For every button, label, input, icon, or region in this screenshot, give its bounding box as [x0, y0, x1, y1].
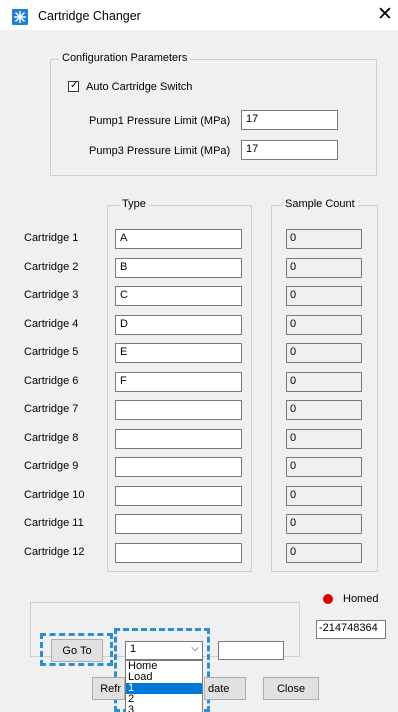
cartridge-label: Cartridge 5 [24, 346, 79, 358]
update-button[interactable]: date [204, 677, 246, 700]
cartridge-label: Cartridge 2 [24, 260, 79, 273]
pump3-label: Pump3 Pressure Limit (MPa) [89, 145, 231, 157]
target-readout-field [218, 641, 284, 660]
cartridge-count-field: 0 [286, 400, 362, 420]
cartridge-type-field[interactable] [115, 485, 242, 506]
pump1-label: Pump1 Pressure Limit (MPa) [89, 115, 231, 127]
cartridge-label: Cartridge 11 [24, 517, 84, 529]
goto-button[interactable]: Go To [51, 639, 103, 662]
cartridge-label: Cartridge 4 [24, 317, 79, 330]
cartridge-type-field[interactable] [115, 514, 242, 534]
cartridge-count-field: 0 [286, 229, 362, 249]
cartridge-type-field[interactable]: A [115, 229, 242, 249]
dropdown-options: HomeLoad1234 [126, 661, 202, 712]
type-group-label: Type [119, 198, 149, 210]
cartridge-count-field: 0 [286, 428, 362, 449]
cartridge-count-field: 0 [286, 314, 362, 335]
cartridge-count-field: 0 [286, 485, 362, 506]
app-icon [12, 9, 28, 25]
cartridge-label: Cartridge 9 [24, 460, 79, 472]
sample-count-group-label: Sample Count [282, 198, 358, 210]
cartridge-label: Cartridge 6 [24, 374, 79, 387]
cartridge-type-field[interactable]: D [115, 314, 242, 335]
cartridge-label: Cartridge 10 [24, 488, 85, 501]
cartridge-type-field[interactable] [115, 428, 242, 449]
dropdown-option[interactable]: 3 [126, 705, 202, 712]
cartridge-count-field: 0 [286, 286, 362, 306]
cartridge-label: Cartridge 8 [24, 431, 79, 444]
refresh-button[interactable]: Refr [92, 677, 125, 700]
status-indicator-icon [323, 594, 333, 604]
cartridge-type-field[interactable]: C [115, 286, 242, 306]
position-readout-field: -214748364 [316, 620, 386, 639]
cartridge-count-field: 0 [286, 371, 362, 392]
status-label: Homed [343, 593, 379, 605]
cartridge-label: Cartridge 1 [24, 232, 79, 244]
cartridge-type-field[interactable]: E [115, 343, 242, 363]
auto-switch-label: Auto Cartridge Switch [86, 81, 193, 93]
cartridge-type-field[interactable] [115, 400, 242, 420]
cartridge-label: Cartridge 7 [24, 403, 79, 415]
cartridge-type-field[interactable] [115, 542, 242, 563]
cartridge-count-field: 0 [286, 257, 362, 278]
dropdown-option[interactable]: 1 [126, 683, 202, 694]
cartridge-count-field: 0 [286, 343, 362, 363]
position-dropdown-list[interactable]: HomeLoad1234 [125, 660, 203, 712]
position-select[interactable]: 1 ⌵ [125, 641, 203, 660]
dropdown-option[interactable]: 2 [126, 694, 202, 705]
cartridge-type-field[interactable]: B [115, 257, 242, 278]
pump1-pressure-field[interactable]: 17 [241, 110, 338, 130]
close-button[interactable]: Close [263, 677, 319, 700]
cartridge-type-field[interactable]: F [115, 371, 242, 392]
pump3-pressure-field[interactable]: 17 [241, 140, 338, 160]
cartridge-count-field: 0 [286, 514, 362, 534]
close-window-icon[interactable]: ✕ [377, 5, 393, 24]
auto-switch-checkbox[interactable]: ✓ [68, 80, 79, 92]
cartridge-type-field[interactable] [115, 457, 242, 477]
cartridge-count-field: 0 [286, 542, 362, 563]
config-group-label: Configuration Parameters [59, 52, 191, 64]
chevron-down-icon[interactable]: ⌵ [191, 643, 199, 654]
checkmark-icon: ✓ [70, 80, 79, 91]
cartridge-label: Cartridge 3 [24, 289, 79, 301]
cartridge-count-field: 0 [286, 457, 362, 477]
dropdown-option[interactable]: Load [126, 672, 202, 683]
window-title: Cartridge Changer [38, 9, 141, 23]
position-select-value: 1 [130, 643, 137, 655]
cartridge-label: Cartridge 12 [24, 545, 85, 558]
